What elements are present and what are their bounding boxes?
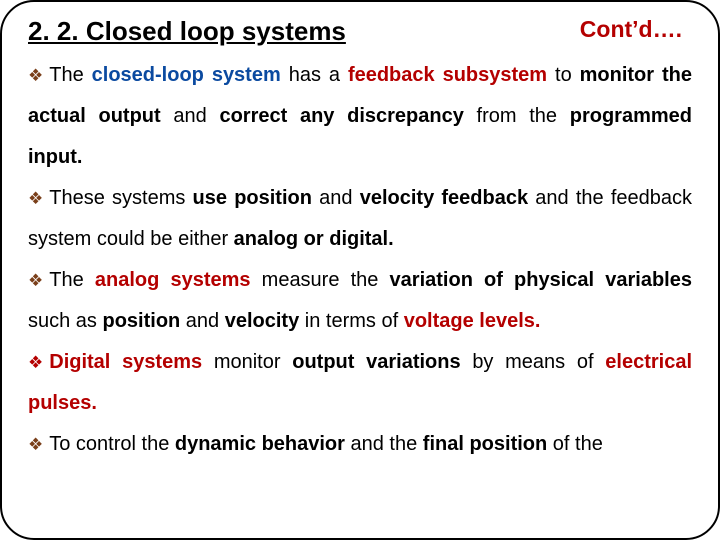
term-analog-or-digital: analog or digital. — [234, 228, 394, 250]
continued-label: Cont’d…. — [580, 16, 692, 43]
text: of the — [547, 433, 603, 455]
text: The — [49, 269, 95, 291]
term-digital-systems: Digital systems — [49, 351, 202, 373]
text: The — [49, 64, 91, 86]
text: and the — [345, 433, 423, 455]
term-final-position: final position — [423, 433, 547, 455]
text: monitor — [202, 351, 292, 373]
bullet-paragraph-1: ❖The closed-loop system has a feedback s… — [28, 55, 692, 178]
bullet-paragraph-2: ❖These systems use position and velocity… — [28, 178, 692, 260]
text: To control the — [49, 433, 175, 455]
diamond-bullet-icon: ❖ — [28, 428, 49, 463]
diamond-bullet-icon: ❖ — [28, 182, 49, 217]
slide-frame: 2. 2. Closed loop systems Cont’d…. ❖The … — [0, 0, 720, 540]
text: and — [180, 310, 224, 332]
text: such as — [28, 310, 102, 332]
term-feedback-subsystem: feedback subsystem — [348, 64, 547, 86]
term-use-position: use position — [193, 187, 312, 209]
text: from the — [464, 105, 570, 127]
text: These systems — [49, 187, 192, 209]
text: in terms of — [299, 310, 403, 332]
diamond-bullet-icon: ❖ — [28, 59, 49, 94]
text: and — [161, 105, 220, 127]
bullet-paragraph-5: ❖To control the dynamic behavior and the… — [28, 424, 692, 465]
term-closed-loop: closed-loop system — [92, 64, 281, 86]
diamond-bullet-icon: ❖ — [28, 264, 49, 299]
term-dynamic-behavior: dynamic behavior — [175, 433, 345, 455]
term-voltage-levels: voltage levels. — [404, 310, 541, 332]
slide-body: ❖The closed-loop system has a feedback s… — [28, 55, 692, 465]
term-output-variations: output variations — [292, 351, 460, 373]
slide-header: 2. 2. Closed loop systems Cont’d…. — [28, 16, 692, 47]
term-variation-physical: variation of physical variables — [390, 269, 692, 291]
term-position: position — [102, 310, 180, 332]
term-analog-systems: analog systems — [95, 269, 251, 291]
diamond-bullet-icon: ❖ — [28, 346, 49, 381]
text: to — [547, 64, 580, 86]
text: measure the — [251, 269, 390, 291]
text: has a — [281, 64, 348, 86]
text: by means of — [461, 351, 606, 373]
bullet-paragraph-3: ❖The analog systems measure the variatio… — [28, 260, 692, 342]
section-title: 2. 2. Closed loop systems — [28, 16, 346, 47]
term-velocity: velocity — [225, 310, 299, 332]
term-correct-discrepancy: correct any discrepancy — [219, 105, 463, 127]
text: and — [312, 187, 360, 209]
bullet-paragraph-4: ❖Digital systems monitor output variatio… — [28, 342, 692, 424]
term-velocity-feedback: velocity feedback — [360, 187, 528, 209]
